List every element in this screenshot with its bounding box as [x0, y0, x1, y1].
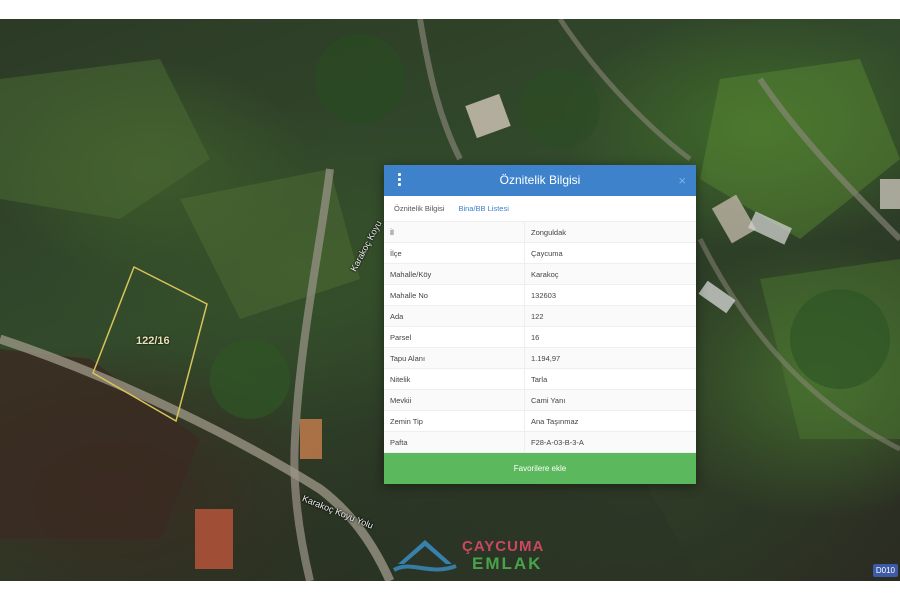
attribute-key: İlçe: [384, 242, 525, 264]
attribute-key: Parsel: [384, 326, 525, 348]
watermark-line1: ÇAYCUMA: [462, 538, 545, 555]
table-row: Pafta F28-A-03-B-3-A: [384, 431, 696, 453]
attribute-key: Pafta: [384, 431, 525, 453]
attribute-key: Mevkii: [384, 389, 525, 411]
watermark-line2: EMLAK: [472, 554, 543, 573]
tab-attribute-info[interactable]: Öznitelik Bilgisi: [394, 204, 444, 213]
attribute-table: İl Zonguldak İlçe Çaycuma Mahalle/Köy Karakoç…: [384, 222, 696, 453]
dialog-title: Öznitelik Bilgisi: [499, 173, 581, 187]
attribute-key: Mahalle No: [384, 284, 525, 306]
close-icon[interactable]: ×: [678, 165, 686, 196]
dialog-header: Öznitelik Bilgisi ×: [384, 165, 696, 196]
table-row: Mevkii Cami Yanı: [384, 389, 696, 411]
attribute-value: Cami Yanı: [524, 389, 696, 411]
table-row: Mahalle/Köy Karakoç: [384, 263, 696, 285]
tab-building-list[interactable]: Bina/BB Listesi: [458, 204, 508, 213]
table-row: Mahalle No 132603: [384, 284, 696, 306]
attribute-value: Çaycuma: [524, 242, 696, 264]
attribute-key: Tapu Alanı: [384, 347, 525, 369]
attribute-value: F28-A-03-B-3-A: [524, 431, 696, 453]
attribute-key: Zemin Tip: [384, 410, 525, 432]
attribute-key: Nitelik: [384, 368, 525, 390]
table-row: İlçe Çaycuma: [384, 242, 696, 264]
dialog-tabs: Öznitelik Bilgisi Bina/BB Listesi: [384, 196, 696, 222]
attribute-value: 1.194,97: [524, 347, 696, 369]
parcel-label: 122/16: [136, 335, 170, 347]
house-logo-icon: [392, 540, 457, 572]
table-row: Ada 122: [384, 305, 696, 327]
attribute-dialog: Öznitelik Bilgisi × Öznitelik Bilgisi Bi…: [384, 165, 696, 484]
table-row: Parsel 16: [384, 326, 696, 348]
attribute-value: 132603: [524, 284, 696, 306]
map-corner-badge: D010: [872, 564, 898, 577]
attribute-key: İl: [384, 222, 525, 243]
add-to-favorites-button[interactable]: Favorilere ekle: [384, 453, 696, 484]
attribute-value: 122: [524, 305, 696, 327]
attribute-key: Ada: [384, 305, 525, 327]
attribute-value: 16: [524, 326, 696, 348]
attribute-value: Zonguldak: [524, 222, 696, 243]
table-row: Zemin Tip Ana Taşınmaz: [384, 410, 696, 432]
attribute-value: Tarla: [524, 368, 696, 390]
attribute-value: Ana Taşınmaz: [524, 410, 696, 432]
table-row: Nitelik Tarla: [384, 368, 696, 390]
attribute-value: Karakoç: [524, 263, 696, 285]
attribute-key: Mahalle/Köy: [384, 263, 525, 285]
watermark-logo: ÇAYCUMA EMLAK: [390, 530, 560, 578]
table-row: Tapu Alanı 1.194,97: [384, 347, 696, 369]
table-row: İl Zonguldak: [384, 222, 696, 243]
